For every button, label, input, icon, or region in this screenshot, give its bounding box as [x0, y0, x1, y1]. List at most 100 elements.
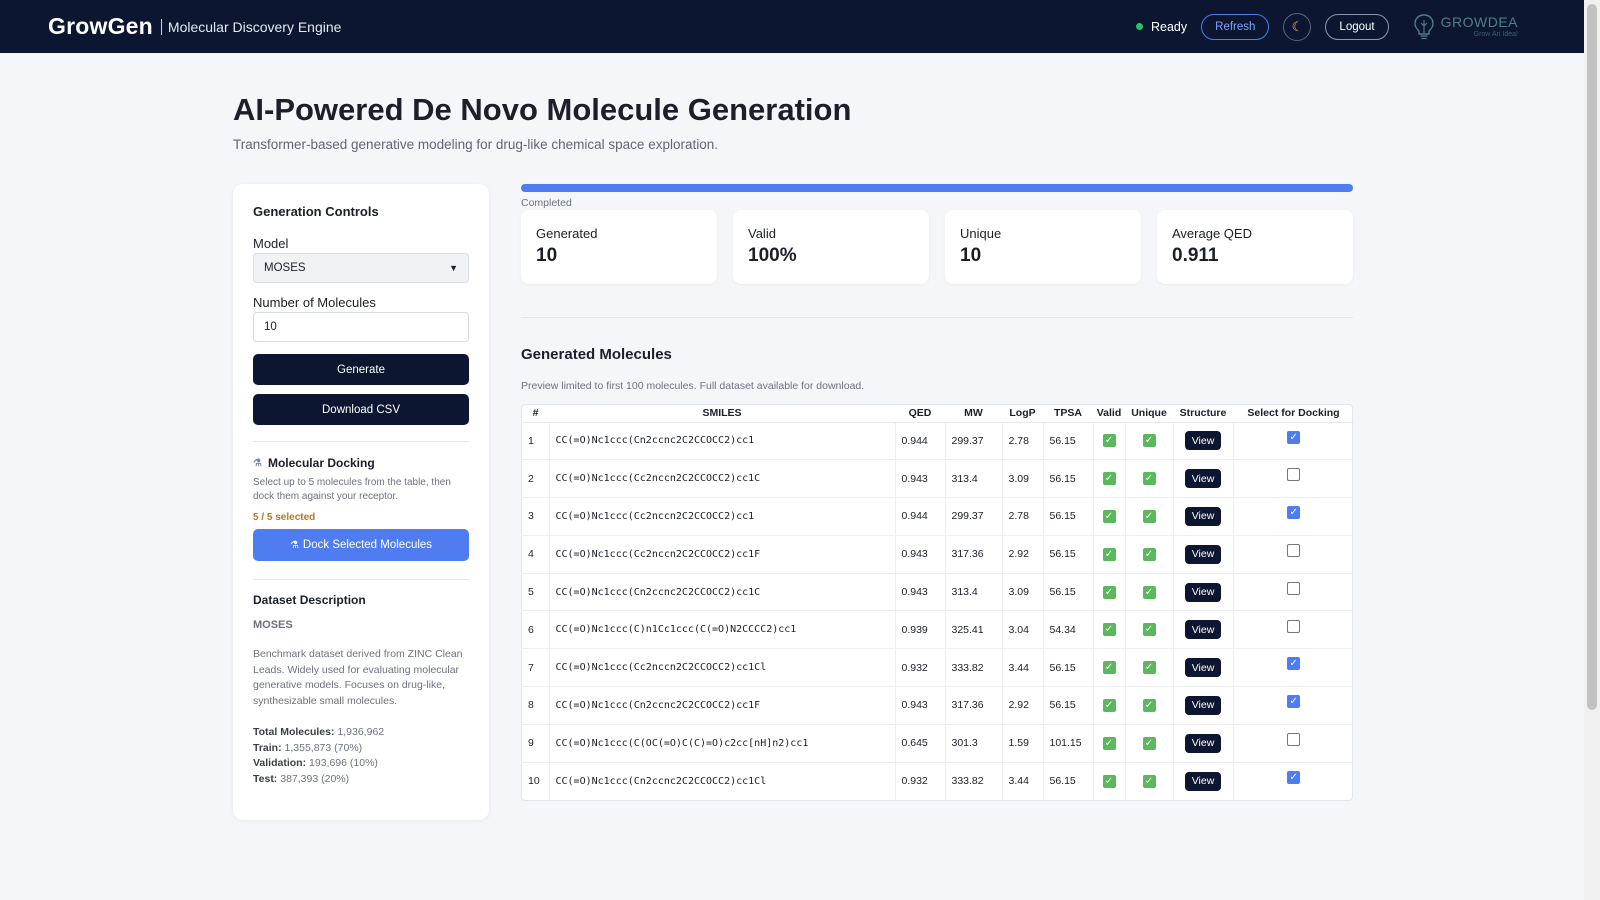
stat-train-value: 1,355,873 (70%): [284, 741, 363, 754]
results-title: Generated Molecules: [521, 346, 672, 363]
molecules-table: # SMILES QED MW LogP TPSA Valid Unique S…: [521, 404, 1354, 801]
logp-cell: 2.78: [1002, 497, 1044, 536]
valid-cell: ✓: [1093, 762, 1126, 800]
view-structure-button[interactable]: View: [1184, 620, 1222, 640]
logp-cell: 2.78: [1002, 422, 1044, 461]
table-row: 4 CC(=O)Nc1ccc(Cc2nccn2C2CCOCC2)cc1F 0.943…: [522, 535, 1354, 574]
refresh-button[interactable]: Refresh: [1201, 13, 1270, 40]
view-structure-button[interactable]: View: [1184, 733, 1222, 753]
col-header[interactable]: QED: [895, 405, 945, 423]
mw-cell: 317.36: [945, 686, 1003, 725]
mw-cell: 333.82: [945, 648, 1003, 688]
download-csv-button[interactable]: Download CSV: [253, 394, 469, 425]
tpsa-cell: 101.15: [1043, 724, 1094, 763]
qed-cell: 0.943: [895, 459, 946, 499]
qed-cell: 0.939: [895, 610, 946, 650]
tpsa-cell: 56.15: [1043, 686, 1094, 725]
qed-cell: 0.943: [895, 535, 946, 574]
docking-select-cell: [1233, 724, 1354, 763]
docking-checkbox[interactable]: [1287, 732, 1301, 746]
qed-cell: 0.932: [895, 648, 946, 688]
col-header[interactable]: Structure: [1173, 405, 1233, 423]
table-row: 5 CC(=O)Nc1ccc(Cn2ccnc2C2CCOCC2)cc1C 0.943…: [522, 573, 1354, 612]
docking-checkbox[interactable]: ✓: [1287, 430, 1301, 444]
qed-cell: 0.944: [895, 422, 946, 461]
table-row: 7 CC(=O)Nc1ccc(Cc2nccn2C2CCOCC2)cc1Cl 0.93…: [522, 648, 1354, 688]
docking-checkbox[interactable]: ✓: [1287, 695, 1301, 709]
stat-label: Generated: [536, 226, 598, 241]
view-structure-button[interactable]: View: [1184, 695, 1222, 715]
check-icon: ✓: [1102, 661, 1116, 675]
status-text: Ready: [1151, 19, 1188, 34]
col-header[interactable]: Valid: [1093, 405, 1125, 423]
unique-cell: ✓: [1125, 686, 1174, 725]
view-structure-button[interactable]: View: [1184, 582, 1222, 602]
logp-cell: 1.59: [1002, 724, 1044, 763]
stat-test-value: 387,393 (20%): [280, 772, 350, 785]
col-header[interactable]: #: [522, 405, 549, 423]
page-scrollbar[interactable]: [1584, 0, 1600, 900]
table-row: 1 CC(=O)Nc1ccc(Cn2ccnc2C2CCOCC2)cc1 0.944 2…: [522, 422, 1354, 461]
view-structure-button[interactable]: View: [1184, 431, 1222, 451]
check-icon: ✓: [1142, 774, 1156, 788]
unique-cell: ✓: [1125, 724, 1174, 763]
docking-select-cell: ✓: [1233, 686, 1354, 725]
brand-divider: [160, 18, 162, 35]
num-molecules-input[interactable]: 10: [253, 312, 469, 342]
table-row: 6 CC(=O)Nc1ccc(C)n1Cc1ccc(C(=O)N2CCCC2)cc…: [522, 610, 1354, 650]
col-header[interactable]: SMILES: [549, 405, 895, 423]
docking-checkbox[interactable]: ✓: [1287, 657, 1301, 671]
smiles-cell: CC(=O)Nc1ccc(Cc2nccn2C2CCOCC2)cc1F: [549, 535, 896, 574]
tpsa-cell: 56.15: [1043, 573, 1094, 612]
docking-checkbox[interactable]: [1287, 468, 1301, 482]
col-header[interactable]: LogP: [1002, 405, 1043, 423]
tpsa-cell: 56.15: [1043, 535, 1094, 574]
docking-checkbox[interactable]: [1287, 581, 1301, 595]
check-icon: ✓: [1142, 585, 1156, 599]
check-icon: ✓: [1142, 623, 1156, 637]
docking-select-cell: [1233, 573, 1354, 612]
unique-cell: ✓: [1125, 535, 1174, 574]
logo-name: GROWDEA: [1440, 14, 1518, 30]
growdea-logo[interactable]: GROWDEA Grow An Idea!: [1413, 13, 1518, 41]
view-structure-button[interactable]: View: [1184, 469, 1222, 489]
docking-checkbox[interactable]: ✓: [1287, 771, 1301, 785]
smiles-cell: CC(=O)Nc1ccc(Cc2nccn2C2CCOCC2)cc1Cl: [549, 648, 896, 688]
lightbulb-icon: [1413, 13, 1434, 39]
col-header[interactable]: Select for Docking: [1233, 405, 1354, 423]
unique-cell: ✓: [1125, 459, 1174, 499]
unique-cell: ✓: [1125, 648, 1174, 688]
docking-checkbox[interactable]: [1287, 544, 1301, 557]
valid-cell: ✓: [1093, 459, 1126, 499]
dark-mode-toggle[interactable]: ☾: [1283, 12, 1312, 41]
unique-cell: ✓: [1125, 610, 1174, 650]
mw-cell: 317.36: [945, 535, 1003, 574]
docking-checkbox[interactable]: [1287, 619, 1301, 633]
col-header[interactable]: TPSA: [1043, 405, 1093, 423]
view-structure-button[interactable]: View: [1184, 771, 1222, 791]
col-header[interactable]: Unique: [1125, 405, 1173, 423]
logp-cell: 3.44: [1002, 762, 1044, 800]
docking-select-cell: ✓: [1233, 648, 1354, 688]
docking-select-cell: ✓: [1233, 497, 1354, 536]
col-header[interactable]: MW: [945, 405, 1002, 423]
tpsa-cell: 56.15: [1043, 422, 1094, 461]
generate-button[interactable]: Generate: [253, 354, 469, 385]
dataset-title: Dataset Description: [253, 593, 366, 607]
valid-cell: ✓: [1093, 648, 1126, 688]
dock-selected-button[interactable]: ⚗ Dock Selected Molecules: [253, 529, 469, 561]
mw-cell: 333.82: [945, 762, 1003, 800]
view-structure-button[interactable]: View: [1184, 544, 1222, 564]
app-brand[interactable]: GrowGen: [48, 13, 153, 40]
view-structure-button[interactable]: View: [1184, 658, 1222, 678]
docking-checkbox[interactable]: ✓: [1287, 506, 1301, 520]
view-structure-button[interactable]: View: [1184, 506, 1222, 526]
check-icon: ✓: [1102, 547, 1116, 561]
scrollbar-thumb[interactable]: [1587, 4, 1597, 710]
qed-cell: 0.943: [895, 686, 946, 725]
check-icon: ✓: [1142, 547, 1156, 561]
stat-value: 0.911: [1172, 245, 1219, 266]
model-select[interactable]: MOSES ▼: [253, 253, 469, 283]
dataset-stats: Total Molecules: 1,936,962 Train: 1,355,…: [253, 725, 469, 787]
logout-button[interactable]: Logout: [1325, 13, 1389, 40]
